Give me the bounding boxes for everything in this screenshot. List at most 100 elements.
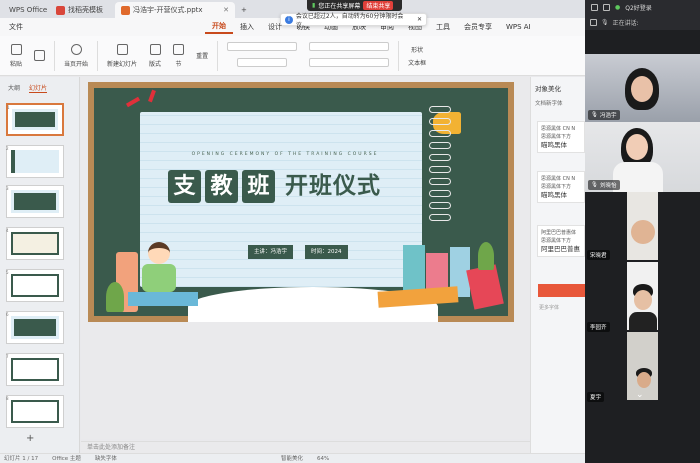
tab-template-store[interactable]: 找稻壳模板	[50, 2, 115, 18]
screen-share-banner: ▮ 您正在共享屏幕 结束共享	[307, 0, 402, 11]
participant-face	[631, 220, 655, 244]
close-tab-icon[interactable]: ✕	[223, 6, 229, 14]
close-notice-icon[interactable]: ✕	[417, 16, 422, 23]
tab-outline[interactable]: 大纲	[8, 83, 20, 93]
participant-face	[626, 134, 648, 160]
current-slide[interactable]: OPENING CEREMONY OF THE TRAINING COURSE …	[88, 82, 514, 322]
more-fonts-link[interactable]: 更多字体	[539, 304, 559, 311]
template-icon	[56, 5, 65, 15]
thumb-content	[12, 109, 58, 130]
slide-subtitle-english[interactable]: OPENING CEREMONY OF THE TRAINING COURSE	[160, 152, 410, 157]
missing-font-indicator[interactable]: 缺失字体	[95, 454, 117, 463]
speaking-status: 正在讲话:	[612, 19, 639, 27]
tab-slides[interactable]: 幻灯片	[29, 83, 48, 93]
cut-button[interactable]	[28, 50, 51, 61]
slide-thumbnail-3[interactable]: 3	[6, 185, 64, 218]
thumb-content	[11, 358, 59, 381]
slide-thumbnail-8[interactable]: 8	[6, 395, 64, 428]
slide-thumbnail-6[interactable]: 6	[6, 311, 64, 344]
participant-face	[637, 372, 651, 388]
participant-face	[631, 76, 653, 102]
add-slide-button[interactable]: +	[26, 433, 34, 444]
layout-icon[interactable]	[590, 18, 597, 26]
thumb-content	[11, 274, 59, 297]
time-tag[interactable]: 时间：2024	[305, 245, 348, 259]
mic-icon: 🎙	[591, 182, 598, 188]
scroll-down-icon[interactable]: ⌄	[636, 390, 644, 400]
menu-insert[interactable]: 插入	[233, 22, 261, 32]
section-icon	[173, 43, 185, 55]
play-from-current-button[interactable]: 当页开始	[58, 43, 94, 68]
menu-member[interactable]: 会员专享	[457, 22, 499, 32]
camera-icon[interactable]	[591, 3, 598, 11]
lock-icon: ●	[615, 3, 621, 11]
slide-thumbnail-panel: 大纲 幻灯片 1 2 3 4 5 6 7 8 +	[0, 77, 80, 463]
paste-button[interactable]: 粘贴	[4, 43, 28, 68]
thumb-content	[11, 316, 59, 339]
thumb-content	[11, 190, 59, 213]
slide-thumbnail-7[interactable]: 7	[6, 353, 64, 386]
slide-thumbnail-1[interactable]: 1	[6, 103, 64, 136]
reset-button[interactable]: 重置	[190, 51, 214, 60]
font-family-select[interactable]	[227, 41, 298, 51]
speaker-tag[interactable]: 主讲：冯浩宇	[248, 245, 294, 259]
video-tile-2[interactable]: 🎙 刘晓怡	[585, 122, 700, 192]
font-card[interactable]: 阿里巴巴普惠体 思源黑体下方 阿里巴巴普惠	[537, 225, 585, 257]
share-icon: ▮	[312, 2, 316, 9]
mic-icon: 🎙	[601, 18, 609, 26]
new-tab-button[interactable]: +	[235, 2, 253, 18]
list-group[interactable]	[309, 57, 390, 67]
section-button[interactable]: 节	[167, 43, 190, 68]
shape-button[interactable]: 形状 文本框	[402, 45, 432, 67]
title-char-box: 支	[168, 170, 201, 203]
divider	[398, 40, 400, 71]
layout-button[interactable]: 版式	[143, 43, 167, 68]
font-card[interactable]: 思源黑体 CN N 思源黑体下方 瞄鸣黑体	[537, 121, 585, 153]
app-tab-wps[interactable]: WPS Office	[0, 2, 50, 18]
ribbon-toolbar: 粘贴 当页开始 新建幻灯片 版式 节 重置 形状 文本框	[0, 36, 585, 76]
scissors-icon	[34, 50, 46, 61]
panel-section-label: 文档新字体	[535, 101, 563, 107]
font-card[interactable]: 思源黑体 CN N 思源黑体下方 瞄鸣黑体	[537, 171, 585, 203]
menu-file[interactable]: 文件	[2, 22, 30, 32]
girl-reading-illustration	[106, 232, 208, 317]
alignment-group[interactable]	[309, 41, 390, 51]
meeting-notice-toast: i 会议已超过2人，自动转为60分钟限时会议。 ✕	[280, 13, 427, 29]
layout-icon	[149, 43, 161, 55]
mic-icon: 🎙	[591, 112, 598, 118]
slide-thumbnail-4[interactable]: 4	[6, 227, 64, 260]
screen-icon[interactable]	[603, 3, 610, 11]
notebook-spiral	[429, 106, 453, 236]
font-size-select[interactable]	[237, 57, 288, 67]
apply-button[interactable]	[538, 284, 586, 297]
new-slide-button[interactable]: 新建幻灯片	[101, 43, 143, 68]
stop-share-button[interactable]: 结束共享	[363, 1, 394, 10]
page-indicator: 幻灯片 1 / 17	[4, 456, 39, 462]
status-bar: 幻灯片 1 / 17 Office 主题 缺失字体 智能美化 64%	[0, 453, 585, 463]
divider	[54, 40, 56, 71]
video-tile-1[interactable]: 🎙 冯浩宇	[585, 54, 700, 122]
divider	[217, 40, 219, 71]
video-tile-3[interactable]	[627, 192, 658, 260]
smart-beautify-button[interactable]: 智能美化	[281, 454, 303, 463]
menu-home[interactable]: 开始	[205, 21, 233, 34]
slide-thumbnail-2[interactable]: 2	[6, 145, 64, 178]
slide-thumbnail-5[interactable]: 5	[6, 269, 64, 302]
participant-face	[634, 290, 652, 310]
zoom-level[interactable]: 64%	[317, 454, 329, 463]
divider	[97, 40, 99, 71]
video-tile-4[interactable]	[627, 262, 658, 330]
menu-tools[interactable]: 工具	[429, 22, 457, 32]
tab-document[interactable]: 冯浩宇-开营仪式.pptx ✕	[115, 2, 235, 18]
font-controls	[221, 41, 303, 70]
beautify-panel: 对象美化 文档新字体 思源黑体 CN N 思源黑体下方 瞄鸣黑体 思源黑体 CN…	[530, 77, 586, 453]
slide-editing-area[interactable]: OPENING CEREMONY OF THE TRAINING COURSE …	[81, 77, 530, 439]
thumb-content	[11, 232, 59, 255]
info-icon: i	[285, 15, 293, 24]
notes-input[interactable]: 单击此处添加备注	[81, 441, 530, 453]
slide-main-title[interactable]: 支 教 班 开班仪式	[168, 170, 381, 203]
books-illustration	[377, 237, 504, 322]
menu-wps-ai[interactable]: WPS AI	[499, 23, 538, 31]
title-char-box: 教	[205, 170, 238, 203]
theme-name: Office 主题	[52, 456, 81, 462]
